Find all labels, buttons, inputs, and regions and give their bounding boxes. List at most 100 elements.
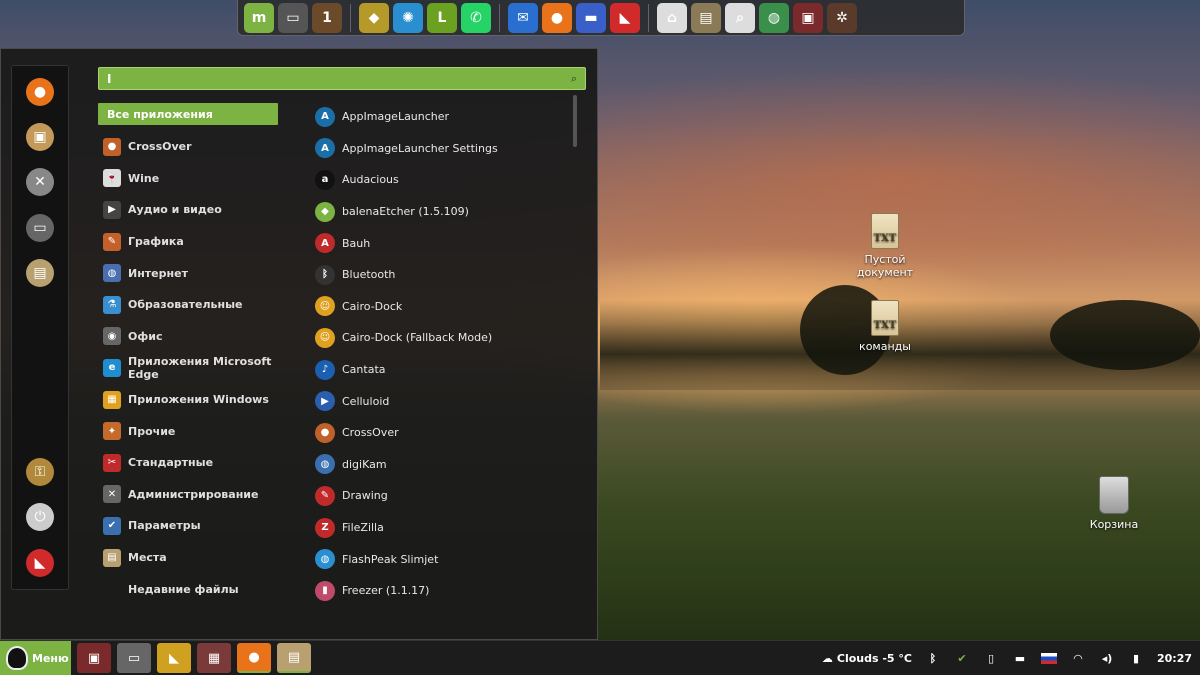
battery-icon[interactable]: ▮ xyxy=(1128,650,1144,666)
tools-side-icon[interactable]: ✕ xyxy=(26,168,54,196)
bluetooth-icon[interactable]: ᛒ xyxy=(925,650,941,666)
app-label: Bluetooth xyxy=(342,268,396,282)
wifi-icon[interactable]: ◠ xyxy=(1070,650,1086,666)
app-label: FlashPeak Slimjet xyxy=(342,552,439,566)
firefox-task-icon[interactable]: ● xyxy=(237,643,271,673)
search-tool-icon[interactable]: ⌕ xyxy=(725,2,755,33)
home-icon[interactable]: ⌂ xyxy=(657,2,687,33)
app-item[interactable]: ◍ FlashPeak Slimjet xyxy=(315,543,575,575)
category-icon: e xyxy=(103,358,121,377)
app-item[interactable]: ♪ Cantata xyxy=(315,354,575,386)
display-icon[interactable]: ▣ xyxy=(793,2,823,33)
category-item[interactable]: ▶ Аудио и видео xyxy=(98,194,278,226)
globe-icon[interactable]: ◍ xyxy=(759,2,789,33)
search-value: I xyxy=(107,71,112,86)
category-item[interactable]: ▤ Места xyxy=(98,542,278,574)
desktop-icon-commands[interactable]: TXT команды xyxy=(835,300,935,353)
app-label: Cairo-Dock (Fallback Mode) xyxy=(342,331,493,345)
menu-button-label: Меню xyxy=(32,651,69,665)
files-side-icon[interactable]: ▤ xyxy=(26,259,54,287)
cannon-icon[interactable]: ✲ xyxy=(827,2,857,33)
terminal-task-icon[interactable]: ▭ xyxy=(117,643,151,673)
lime-icon[interactable]: L xyxy=(427,2,457,33)
category-label: Wine xyxy=(128,171,160,185)
firefox-side-icon[interactable]: ● xyxy=(26,78,54,106)
firefox-icon[interactable]: ● xyxy=(542,2,572,33)
terminal-side-icon[interactable]: ▭ xyxy=(26,214,54,242)
grid-app-task-icon[interactable]: ▦ xyxy=(197,643,231,673)
menu-button[interactable]: Меню xyxy=(0,640,71,675)
thunderbird-icon[interactable]: ✉ xyxy=(508,2,538,33)
category-item[interactable]: ✕ Администрирование xyxy=(98,479,278,511)
weather-applet[interactable]: ☁ Clouds -5 °C xyxy=(822,652,912,665)
workspace-icon[interactable]: 1 xyxy=(312,2,342,33)
clipboard-icon[interactable]: ▯ xyxy=(983,650,999,666)
top-dock: m ▭ 1 ◆ ✺ L ✆ ✉ ● ▬ ◣ ⌂ ▤ ⌕ ◍ ▣ ✲ xyxy=(237,0,965,36)
lock-side-icon[interactable]: ⚿ xyxy=(26,458,54,486)
app-label: Audacious xyxy=(342,173,399,187)
desktop-icon-trash[interactable]: Корзина xyxy=(1078,476,1150,531)
favorites-sidebar: ● ▣ ✕ ▭ ▤ ⚿ ⏻ ◣ xyxy=(11,65,69,590)
app-item[interactable]: ◆ balenaEtcher (1.5.109) xyxy=(315,196,575,228)
category-item[interactable]: Недавние файлы xyxy=(98,573,278,605)
category-item[interactable]: ✂ Стандартные xyxy=(98,447,278,479)
app-list-scrollbar[interactable] xyxy=(573,95,577,147)
category-item[interactable]: ✎ Графика xyxy=(98,226,278,258)
pdf-reader-icon[interactable]: ◣ xyxy=(610,2,640,33)
category-item[interactable]: ⚗ Образовательные xyxy=(98,289,278,321)
scroll-icon[interactable]: ▤ xyxy=(691,2,721,33)
app-label: digiKam xyxy=(342,457,387,471)
category-item[interactable]: 🍷 Wine xyxy=(98,163,278,195)
app-label: Bauh xyxy=(342,236,371,250)
shield-icon[interactable]: ✔ xyxy=(954,650,970,666)
app-item[interactable]: Z FileZilla xyxy=(315,512,575,544)
search-input[interactable]: I ⌕ xyxy=(98,67,586,90)
category-label: Администрирование xyxy=(128,487,259,501)
display-task-icon[interactable]: ▣ xyxy=(77,643,111,673)
category-item[interactable]: ◍ Интернет xyxy=(98,257,278,289)
category-icon: ● xyxy=(103,137,121,156)
category-item[interactable]: ● CrossOver xyxy=(98,131,278,163)
category-item[interactable]: ▦ Приложения Windows xyxy=(98,384,278,416)
clock[interactable]: 20:27 xyxy=(1157,652,1192,665)
category-icon: ▤ xyxy=(103,548,121,567)
gpu-viewer-icon[interactable]: ◆ xyxy=(359,2,389,33)
files-task-icon[interactable]: ▤ xyxy=(277,643,311,673)
category-item[interactable]: Все приложения xyxy=(98,103,278,125)
shutdown-side-icon[interactable]: ◣ xyxy=(26,549,54,577)
app-item[interactable]: A Bauh xyxy=(315,227,575,259)
category-item[interactable]: ✔ Параметры xyxy=(98,510,278,542)
app-item[interactable]: ✎ Drawing xyxy=(315,480,575,512)
app-item[interactable]: A AppImageLauncher Settings xyxy=(315,133,575,165)
package-side-icon[interactable]: ▣ xyxy=(26,123,54,151)
whatsapp-icon[interactable]: ✆ xyxy=(461,2,491,33)
app-item[interactable]: ◍ digiKam xyxy=(315,449,575,481)
dock-separator xyxy=(350,3,351,32)
app-item[interactable]: ▮ Freezer (1.1.17) xyxy=(315,575,575,607)
blender-icon[interactable]: ✺ xyxy=(393,2,423,33)
keyboard-layout-flag-icon[interactable] xyxy=(1040,652,1057,664)
terminal-icon[interactable]: ▭ xyxy=(278,2,308,33)
app-item[interactable]: ● CrossOver xyxy=(315,417,575,449)
folder-icon[interactable]: ▬ xyxy=(576,2,606,33)
app-item[interactable]: ᛒ Bluetooth xyxy=(315,259,575,291)
drive-icon[interactable]: ▬ xyxy=(1012,650,1028,666)
linux-mint-icon[interactable]: m xyxy=(244,2,274,33)
colorful-app-task-icon[interactable]: ◣ xyxy=(157,643,191,673)
category-label: Недавние файлы xyxy=(128,582,239,596)
app-item[interactable]: a Audacious xyxy=(315,164,575,196)
desktop-icon-label: команды xyxy=(859,340,911,353)
app-item[interactable]: A AppImageLauncher xyxy=(315,101,575,133)
application-menu: ● ▣ ✕ ▭ ▤ ⚿ ⏻ ◣ I ⌕ Все приложения ● CrossOver 🍷 Wi… xyxy=(0,48,598,640)
logout-side-icon[interactable]: ⏻ xyxy=(26,503,54,531)
category-item[interactable]: e Приложения Microsoft Edge xyxy=(98,352,278,384)
category-label: Графика xyxy=(128,235,184,249)
category-item[interactable]: ◉ Офис xyxy=(98,321,278,353)
category-item[interactable]: ✦ Прочие xyxy=(98,415,278,447)
volume-icon[interactable]: ◂) xyxy=(1099,650,1115,666)
app-item[interactable]: ▶ Celluloid xyxy=(315,385,575,417)
app-item[interactable]: ☺ Cairo-Dock (Fallback Mode) xyxy=(315,322,575,354)
app-icon: ◍ xyxy=(315,549,335,570)
app-item[interactable]: ☺ Cairo-Dock xyxy=(315,291,575,323)
desktop-icon-empty-document[interactable]: TXT Пустой документ xyxy=(835,213,935,279)
